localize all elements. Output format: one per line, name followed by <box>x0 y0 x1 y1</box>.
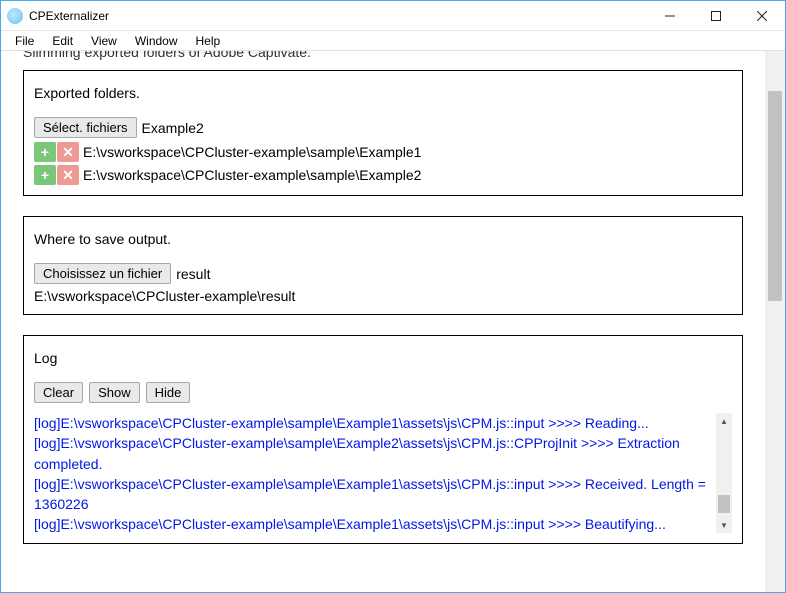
remove-file-button[interactable]: ✕ <box>57 142 79 162</box>
file-row: + ✕ E:\vsworkspace\CPCluster-example\sam… <box>34 142 732 162</box>
file-path: E:\vsworkspace\CPCluster-example\sample\… <box>83 167 421 183</box>
menu-edit[interactable]: Edit <box>44 32 81 50</box>
log-line: [log]E:\vsworkspace\CPCluster-example\sa… <box>34 514 710 533</box>
log-output: [log]E:\vsworkspace\CPCluster-example\sa… <box>34 413 710 533</box>
window-title: CPExternalizer <box>29 9 647 23</box>
close-button[interactable] <box>739 1 785 30</box>
titlebar: CPExternalizer <box>1 1 785 31</box>
x-icon: ✕ <box>62 145 74 159</box>
window-controls <box>647 1 785 30</box>
choose-file-button[interactable]: Choisissez un fichier <box>34 263 171 284</box>
log-panel: Log Clear Show Hide [log]E:\vsworkspace\… <box>23 335 743 544</box>
exported-folders-panel: Exported folders. Sélect. fichiers Examp… <box>23 70 743 196</box>
chosen-file-name: result <box>176 266 210 282</box>
log-scrollbar[interactable]: ▲ ▼ <box>716 413 732 533</box>
scroll-up-icon: ▲ <box>716 413 732 429</box>
file-path: E:\vsworkspace\CPCluster-example\sample\… <box>83 144 421 160</box>
menubar: File Edit View Window Help <box>1 31 785 51</box>
output-path: E:\vsworkspace\CPCluster-example\result <box>34 288 732 304</box>
page-subtitle-cutoff: Slimming exported folders of Adobe Capti… <box>23 51 743 60</box>
menu-window[interactable]: Window <box>127 32 186 50</box>
main-scrollbar[interactable] <box>765 51 785 592</box>
log-line: [log]E:\vsworkspace\CPCluster-example\sa… <box>34 433 710 474</box>
x-icon: ✕ <box>62 168 74 182</box>
plus-icon: + <box>41 168 49 182</box>
add-file-button[interactable]: + <box>34 165 56 185</box>
select-files-button[interactable]: Sélect. fichiers <box>34 117 137 138</box>
log-hide-button[interactable]: Hide <box>146 382 191 403</box>
minimize-icon <box>665 11 675 21</box>
remove-file-button[interactable]: ✕ <box>57 165 79 185</box>
app-icon <box>7 8 23 24</box>
output-panel: Where to save output. Choisissez un fich… <box>23 216 743 315</box>
maximize-button[interactable] <box>693 1 739 30</box>
file-row: + ✕ E:\vsworkspace\CPCluster-example\sam… <box>34 165 732 185</box>
log-line: [log]E:\vsworkspace\CPCluster-example\sa… <box>34 474 710 515</box>
close-icon <box>757 11 767 21</box>
menu-view[interactable]: View <box>83 32 125 50</box>
menu-help[interactable]: Help <box>188 32 229 50</box>
output-label: Where to save output. <box>34 231 732 247</box>
log-show-button[interactable]: Show <box>89 382 140 403</box>
log-clear-button[interactable]: Clear <box>34 382 83 403</box>
content-area: Slimming exported folders of Adobe Capti… <box>1 51 765 592</box>
plus-icon: + <box>41 145 49 159</box>
scroll-down-icon: ▼ <box>716 517 732 533</box>
minimize-button[interactable] <box>647 1 693 30</box>
maximize-icon <box>711 11 721 21</box>
exported-folders-label: Exported folders. <box>34 85 732 101</box>
log-line: [log]E:\vsworkspace\CPCluster-example\sa… <box>34 413 710 433</box>
log-label: Log <box>34 350 732 366</box>
log-scroll-thumb[interactable] <box>718 495 730 513</box>
selected-file-name: Example2 <box>142 120 204 136</box>
main-scroll-thumb[interactable] <box>768 91 782 301</box>
add-file-button[interactable]: + <box>34 142 56 162</box>
menu-file[interactable]: File <box>7 32 42 50</box>
